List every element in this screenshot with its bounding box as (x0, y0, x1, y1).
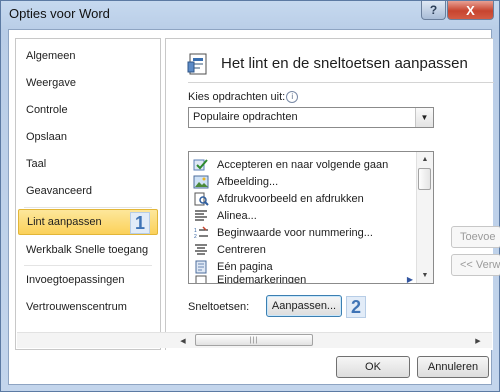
close-button[interactable]: X (447, 1, 494, 20)
sidebar-item-geavanceerd[interactable]: Geavanceerd (18, 178, 158, 204)
add-button[interactable]: Toevoe (451, 226, 500, 248)
ok-button[interactable]: OK (336, 356, 410, 378)
scroll-up-icon[interactable]: ▲ (417, 152, 433, 167)
sidebar-item-label: Vertrouwenscentrum (26, 301, 127, 313)
list-item[interactable]: Centreren (191, 241, 417, 258)
sidebar-item-vertrouwenscentrum[interactable]: Vertrouwenscentrum (18, 294, 158, 320)
list-item[interactable]: Eindemarkeringen ▶ (191, 275, 417, 283)
title-bar[interactable]: Opties voor Word ? X (1, 1, 499, 29)
page-title: Het lint en de sneltoetsen aanpassen (221, 55, 468, 72)
list-item-label: Beginwaarde voor nummering... (217, 226, 373, 239)
center-align-icon (195, 243, 207, 255)
help-button[interactable]: ? (421, 1, 446, 20)
one-page-icon (195, 260, 207, 273)
remove-button[interactable]: << Verw (451, 254, 500, 276)
horizontal-scrollbar[interactable]: ◀ ||| ▶ (17, 332, 492, 348)
numbering-icon: 12 (194, 225, 208, 240)
customize-ribbon-panel: Het lint en de sneltoetsen aanpassen Kie… (165, 38, 500, 350)
list-item-label: Accepteren en naar volgende gaan (217, 158, 389, 171)
list-item-label: Eindemarkeringen (217, 275, 307, 283)
sidebar-item-label: Opslaan (26, 131, 67, 143)
scroll-right-icon[interactable]: ▶ (470, 333, 486, 349)
dialog-client: Algemeen Weergave Controle Opslaan Taal … (8, 29, 500, 385)
sidebar-item-label: Invoegtoepassingen (26, 274, 125, 286)
customize-shortcuts-button[interactable]: Aanpassen... (266, 295, 342, 317)
commands-list-scrollbar[interactable]: ▲ ▼ (416, 152, 433, 283)
step-2-callout: 2 (346, 296, 366, 318)
paragraph-icon (195, 209, 207, 221)
sidebar-item-label: Werkbalk Snelle toegang (26, 244, 149, 256)
list-item[interactable]: Afbeelding... (191, 173, 417, 190)
scrollbar-thumb[interactable] (418, 168, 431, 190)
sidebar-divider (24, 265, 152, 266)
info-icon[interactable]: i (286, 91, 299, 104)
sidebar-item-taal[interactable]: Taal (18, 151, 158, 177)
sidebar-item-werkbalk[interactable]: Werkbalk Snelle toegang (18, 237, 158, 263)
list-item[interactable]: Afdrukvoorbeeld en afdrukken (191, 190, 417, 207)
list-item-label: Eén pagina (217, 260, 273, 273)
svg-text:2: 2 (194, 234, 197, 240)
list-item-label: Centreren (217, 243, 266, 256)
chevron-down-icon[interactable]: ▼ (415, 108, 433, 127)
sidebar-item-algemeen[interactable]: Algemeen (18, 43, 158, 69)
commands-list[interactable]: Accepteren en naar volgende gaan Afbeeld… (188, 151, 434, 284)
choose-commands-text: Kies opdrachten uit: (188, 91, 286, 103)
sidebar-item-label: Lint aanpassen (27, 216, 102, 228)
sidebar-item-label: Weergave (26, 77, 76, 89)
customize-ribbon-icon (187, 53, 207, 75)
scroll-left-icon[interactable]: ◀ (175, 333, 191, 349)
options-dialog: Opties voor Word ? X Algemeen Weergave C… (0, 0, 500, 392)
sidebar-item-controle[interactable]: Controle (18, 97, 158, 123)
list-item-label: Afdrukvoorbeeld en afdrukken (217, 192, 364, 205)
list-item-label: Afbeelding... (217, 175, 279, 188)
heading-divider (188, 82, 494, 83)
endnote-icon (195, 275, 207, 283)
commands-source-dropdown[interactable]: Populaire opdrachten ▼ (188, 107, 434, 128)
sidebar-item-weergave[interactable]: Weergave (18, 70, 158, 96)
submenu-arrow-icon: ▶ (406, 275, 413, 283)
scrollbar-thumb[interactable]: ||| (195, 334, 313, 346)
print-preview-icon (194, 192, 209, 206)
sidebar-item-label: Algemeen (26, 50, 76, 62)
list-item-label: Alinea... (217, 209, 257, 222)
accept-icon (193, 158, 208, 170)
choose-commands-label: Kies opdrachten uit: i (188, 91, 299, 104)
step-1-callout: 1 (130, 212, 150, 234)
scroll-down-icon[interactable]: ▼ (417, 268, 433, 283)
sidebar-item-opslaan[interactable]: Opslaan (18, 124, 158, 150)
picture-icon (193, 175, 209, 188)
shortcuts-label: Sneltoetsen: (188, 301, 250, 313)
options-sidebar: Algemeen Weergave Controle Opslaan Taal … (15, 38, 161, 350)
dropdown-value: Populaire opdrachten (193, 111, 298, 123)
sidebar-divider (24, 207, 152, 208)
sidebar-item-label: Geavanceerd (26, 185, 93, 197)
list-item[interactable]: Alinea... (191, 207, 417, 224)
cancel-button[interactable]: Annuleren (417, 356, 489, 378)
window-title: Opties voor Word (9, 6, 110, 21)
sidebar-item-label: Controle (26, 104, 68, 116)
sidebar-item-lint-aanpassen[interactable]: Lint aanpassen 1 (18, 209, 158, 235)
list-item[interactable]: Eén pagina (191, 258, 417, 275)
list-item[interactable]: Accepteren en naar volgende gaan (191, 156, 417, 173)
sidebar-item-label: Taal (26, 158, 47, 170)
sidebar-item-invoegtoepassingen[interactable]: Invoegtoepassingen (18, 267, 158, 293)
list-item[interactable]: 12 Beginwaarde voor nummering... (191, 224, 417, 241)
